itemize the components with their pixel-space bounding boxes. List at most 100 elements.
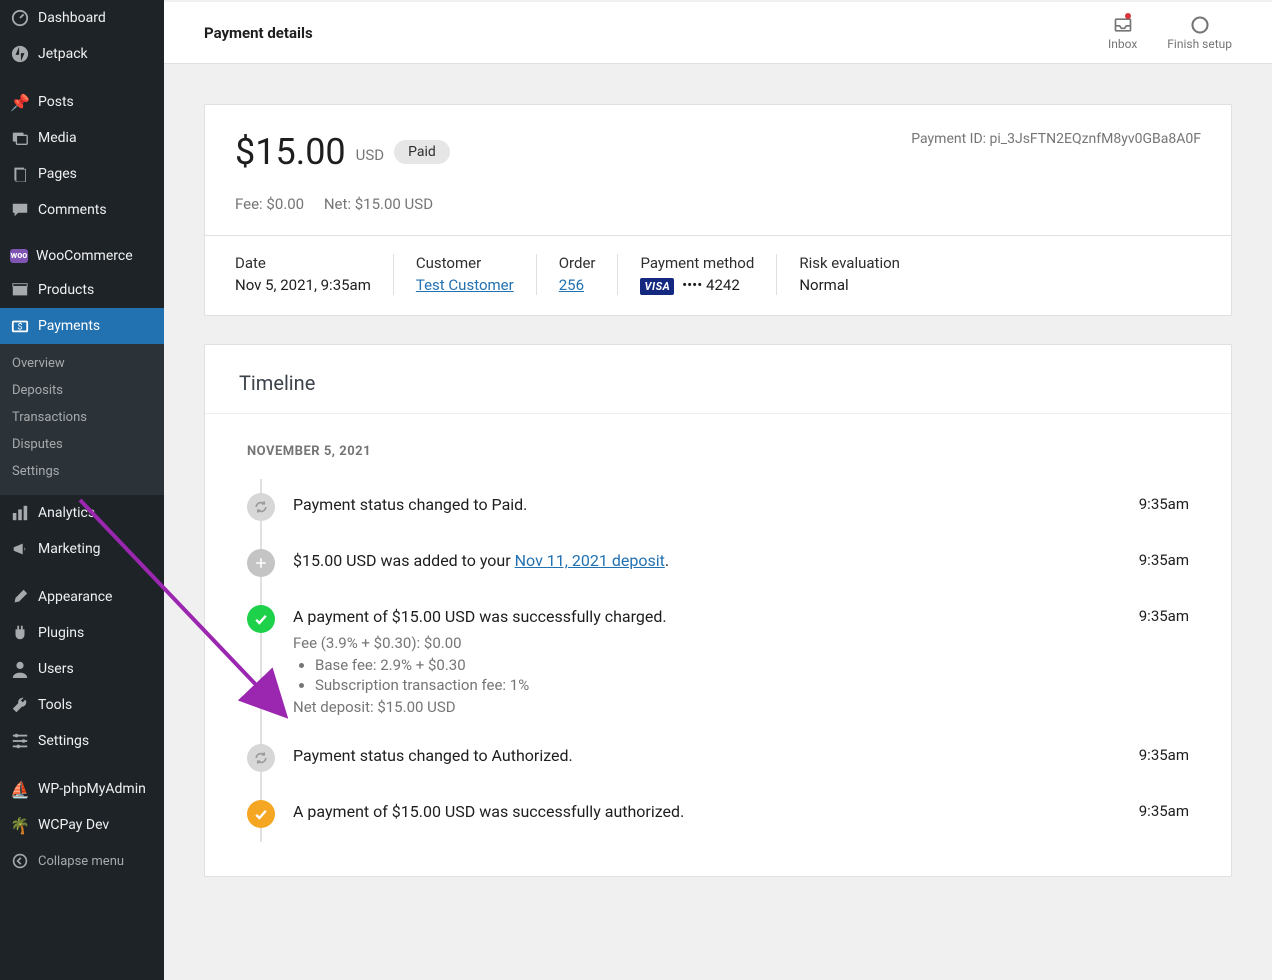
sidebar-item-settings[interactable]: Settings — [0, 723, 164, 759]
timeline-event: $15.00 USD was added to your Nov 11, 202… — [247, 535, 1189, 591]
timeline-date: NOVEMBER 5, 2021 — [247, 444, 1189, 459]
deposit-link[interactable]: Nov 11, 2021 deposit — [515, 551, 665, 570]
sidebar-item-pages[interactable]: Pages — [0, 156, 164, 192]
plus-icon — [247, 549, 275, 577]
timeline-event: Payment status changed to Paid. 9:35am — [247, 479, 1189, 535]
check-icon — [247, 800, 275, 828]
sidebar-item-label: Analytics — [38, 505, 95, 521]
event-text: Payment status changed to Authorized. — [293, 744, 1121, 765]
sync-icon — [247, 493, 275, 521]
pages-icon — [10, 164, 30, 184]
sidebar-item-wcpaydev[interactable]: 🌴 WCPay Dev — [0, 807, 164, 843]
payments-submenu: Overview Deposits Transactions Disputes … — [0, 344, 164, 495]
sidebar-item-jetpack[interactable]: Jetpack — [0, 36, 164, 72]
fee-value: Fee: $0.00 — [235, 195, 304, 213]
customer-link[interactable]: Test Customer — [416, 276, 514, 294]
inbox-label: Inbox — [1108, 37, 1137, 51]
sidebar-item-label: Plugins — [38, 625, 84, 641]
finish-setup-button[interactable]: Finish setup — [1167, 15, 1232, 51]
inbox-button[interactable]: Inbox — [1108, 15, 1137, 51]
collapse-label: Collapse menu — [38, 854, 124, 869]
sidebar-item-label: Jetpack — [38, 46, 88, 62]
timeline-event: A payment of $15.00 USD was successfully… — [247, 591, 1189, 730]
notification-dot-icon — [1125, 13, 1131, 19]
sidebar-item-media[interactable]: Media — [0, 120, 164, 156]
comment-icon — [10, 200, 30, 220]
payment-summary-card: $15.00 USD Paid Payment ID: pi_3JsFTN2EQ… — [204, 104, 1232, 316]
submenu-settings[interactable]: Settings — [0, 458, 164, 485]
payments-icon: $ — [10, 316, 30, 336]
sidebar-item-label: Comments — [38, 202, 107, 218]
card-last4: •••• 4242 — [682, 276, 740, 294]
sidebar-item-label: Tools — [38, 697, 72, 713]
order-link[interactable]: 256 — [559, 276, 584, 294]
sync-icon — [247, 744, 275, 772]
sidebar-item-payments[interactable]: $ Payments — [0, 308, 164, 344]
net-value: Net: $15.00 USD — [324, 195, 433, 213]
products-icon — [10, 280, 30, 300]
sidebar-item-woocommerce[interactable]: woo WooCommerce — [0, 240, 164, 272]
sidebar-item-products[interactable]: Products — [0, 272, 164, 308]
net-deposit-line: Net deposit: $15.00 USD — [293, 698, 1121, 716]
submenu-transactions[interactable]: Transactions — [0, 404, 164, 431]
sidebar-item-label: Appearance — [38, 589, 112, 605]
timeline-event: A payment of $15.00 USD was successfully… — [247, 786, 1189, 842]
event-text: Payment status changed to Paid. — [293, 493, 1121, 514]
sidebar-item-label: Dashboard — [38, 10, 106, 26]
event-text: A payment of $15.00 USD was successfully… — [293, 607, 1121, 626]
analytics-icon — [10, 503, 30, 523]
payment-id: Payment ID: pi_3JsFTN2EQznfM8yv0GBa8A0F — [911, 131, 1201, 147]
submenu-overview[interactable]: Overview — [0, 350, 164, 377]
dashboard-icon — [10, 8, 30, 28]
woo-icon: woo — [10, 249, 28, 263]
sidebar-item-plugins[interactable]: Plugins — [0, 615, 164, 651]
sidebar-item-label: Users — [38, 661, 74, 677]
plug-icon — [10, 623, 30, 643]
sidebar-item-comments[interactable]: Comments — [0, 192, 164, 228]
collapse-icon — [10, 851, 30, 871]
method-label: Payment method — [640, 254, 754, 272]
main-area: Payment details Inbox Finish setup $15.0… — [164, 2, 1272, 980]
sidebar-item-label: Pages — [38, 166, 77, 182]
event-time: 9:35am — [1139, 549, 1189, 569]
status-badge: Paid — [394, 140, 450, 164]
submenu-deposits[interactable]: Deposits — [0, 377, 164, 404]
date-label: Date — [235, 254, 371, 272]
sidebar-item-dashboard[interactable]: Dashboard — [0, 0, 164, 36]
palm-icon: 🌴 — [10, 815, 30, 835]
timeline-event: Payment status changed to Authorized. 9:… — [247, 730, 1189, 786]
payment-currency: USD — [356, 146, 384, 164]
user-icon — [10, 659, 30, 679]
sidebar-item-label: WooCommerce — [36, 248, 133, 264]
subscription-fee-line: Subscription transaction fee: 1% — [315, 676, 1121, 694]
visa-icon: VISA — [640, 278, 674, 295]
date-value: Nov 5, 2021, 9:35am — [235, 276, 371, 294]
event-time: 9:35am — [1139, 605, 1189, 625]
sidebar-item-label: WP-phpMyAdmin — [38, 781, 146, 797]
event-details: Fee (3.9% + $0.30): $0.00 Base fee: 2.9%… — [293, 634, 1121, 716]
sidebar-item-label: Posts — [38, 94, 74, 110]
topbar: Payment details Inbox Finish setup — [164, 2, 1272, 64]
sidebar-item-label: Media — [38, 130, 77, 146]
method-value: VISA •••• 4242 — [640, 276, 754, 295]
payment-amount: $15.00 — [235, 131, 346, 173]
sidebar-item-analytics[interactable]: Analytics — [0, 495, 164, 531]
sidebar-item-label: Payments — [38, 318, 100, 334]
sidebar-item-appearance[interactable]: Appearance — [0, 579, 164, 615]
circle-icon — [1190, 15, 1210, 35]
brush-icon — [10, 587, 30, 607]
sidebar-item-marketing[interactable]: Marketing — [0, 531, 164, 567]
admin-sidebar: Dashboard Jetpack 📌 Posts Media Pages Co… — [0, 0, 164, 980]
phpmyadmin-icon: ⛵ — [10, 779, 30, 799]
fee-line: Fee (3.9% + $0.30): $0.00 — [293, 634, 1121, 652]
collapse-menu[interactable]: Collapse menu — [0, 843, 164, 879]
sidebar-item-users[interactable]: Users — [0, 651, 164, 687]
event-time: 9:35am — [1139, 800, 1189, 820]
submenu-disputes[interactable]: Disputes — [0, 431, 164, 458]
sidebar-item-posts[interactable]: 📌 Posts — [0, 84, 164, 120]
sidebar-item-tools[interactable]: Tools — [0, 687, 164, 723]
sidebar-item-label: Marketing — [38, 541, 101, 557]
sidebar-item-phpmyadmin[interactable]: ⛵ WP-phpMyAdmin — [0, 771, 164, 807]
sidebar-item-label: WCPay Dev — [38, 817, 109, 833]
event-time: 9:35am — [1139, 744, 1189, 764]
